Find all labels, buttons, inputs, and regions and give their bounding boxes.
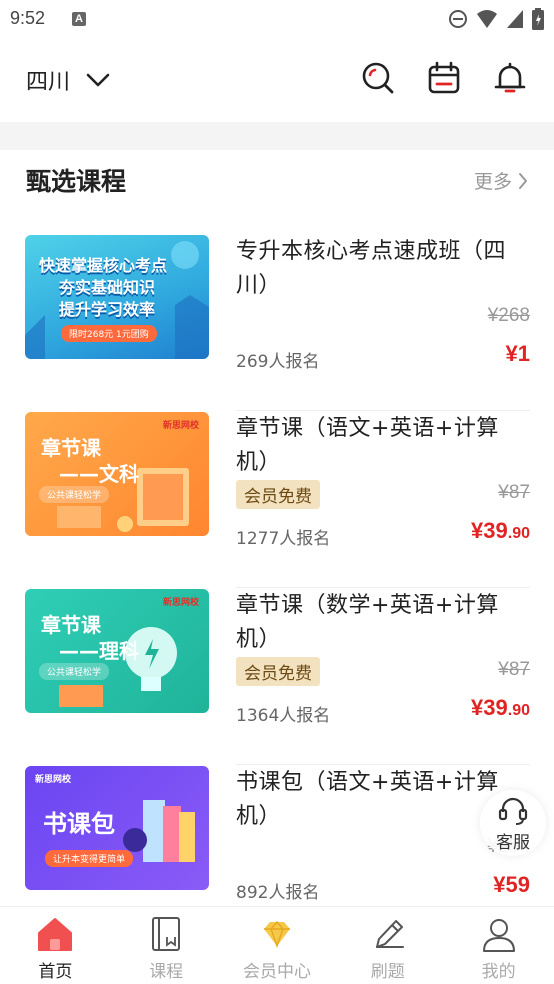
top-bar: 四川 xyxy=(0,40,554,120)
tab-label: 课程 xyxy=(149,962,184,982)
tab-courses[interactable]: 课程 xyxy=(111,907,222,984)
home-icon xyxy=(38,918,73,951)
book-icon xyxy=(152,917,181,951)
tab-label: 刷题 xyxy=(370,962,405,982)
thumb-line: 章节课 xyxy=(41,436,101,460)
original-price: ¥268 xyxy=(487,305,530,326)
course-title: 章节课（数学+英语+计算机） xyxy=(236,593,499,652)
course-title: 章节课（语文+英语+计算机） xyxy=(236,416,499,475)
original-price: ¥87 xyxy=(498,482,530,503)
row-divider xyxy=(236,410,530,411)
tab-label: 首页 xyxy=(38,962,73,982)
thumb-line: 夯实基础知识 xyxy=(59,278,156,297)
wifi-icon xyxy=(477,10,497,28)
thumb-sub: 公共课轻松学 xyxy=(39,486,110,503)
enroll-count: 1364人报名 xyxy=(236,706,331,726)
diamond-icon xyxy=(263,920,290,949)
price-main: ¥59 xyxy=(493,872,530,897)
thumb-line: ——文科 xyxy=(59,462,139,486)
customer-service-button[interactable]: 客服 xyxy=(480,790,546,856)
price-main: ¥39 xyxy=(471,518,508,543)
status-time: 9:52 xyxy=(10,8,46,28)
thumb-line: 章节课 xyxy=(41,613,101,637)
row-divider xyxy=(236,587,530,588)
headset-icon xyxy=(498,797,528,825)
customer-service-label: 客服 xyxy=(496,833,530,853)
city-selector[interactable]: 四川 xyxy=(26,64,110,96)
tab-label: 我的 xyxy=(481,962,516,982)
notification-a-icon: A xyxy=(72,12,86,26)
thumb-line: 提升学习效率 xyxy=(59,300,156,319)
more-link[interactable]: 更多 xyxy=(474,167,528,194)
tab-member-center[interactable]: 会员中心 xyxy=(222,907,333,984)
member-free-badge: 会员免费 xyxy=(236,657,320,686)
section-divider-band xyxy=(0,122,554,150)
enroll-count: 892人报名 xyxy=(236,883,320,903)
course-thumbnail: 新思网校 章节课 ——文科 公共课轻松学 xyxy=(25,412,209,536)
do-not-disturb-icon xyxy=(449,10,467,28)
bottom-tab-bar: 首页 课程 会员中心 刷题 我的 xyxy=(0,906,554,984)
bell-icon[interactable] xyxy=(492,60,528,96)
course-thumbnail: 快速掌握核心考点 夯实基础知识 提升学习效率 限时268元 1元团购 xyxy=(25,235,209,359)
section-title: 甄选课程 xyxy=(26,167,127,196)
tab-mine[interactable]: 我的 xyxy=(443,907,554,984)
enroll-count: 1277人报名 xyxy=(236,529,331,549)
thumb-line: ——理科 xyxy=(59,639,139,663)
original-price: ¥87 xyxy=(498,659,530,680)
more-label: 更多 xyxy=(473,171,512,193)
thumb-sub: 公共课轻松学 xyxy=(39,663,110,680)
course-card-2[interactable]: 新思网校 章节课 ——文科 公共课轻松学 章节课（语文+英语+计算机） 会员免费… xyxy=(0,412,554,588)
price-main: ¥39 xyxy=(471,695,508,720)
course-price: ¥39.90 xyxy=(471,695,530,721)
course-price: ¥1 xyxy=(506,341,530,367)
tab-practice[interactable]: 刷题 xyxy=(332,907,443,984)
search-icon[interactable] xyxy=(360,60,396,96)
city-label: 四川 xyxy=(26,70,71,95)
price-decimal: .90 xyxy=(507,525,530,542)
row-divider xyxy=(236,764,530,765)
tab-label: 会员中心 xyxy=(242,962,311,982)
price-main: ¥1 xyxy=(505,341,530,366)
thumb-brand: 新思网校 xyxy=(35,775,72,785)
thumb-sub: 让升本变得更简单 xyxy=(45,850,134,867)
thumb-line: 快速掌握核心考点 xyxy=(39,256,168,275)
enroll-count: 269人报名 xyxy=(236,352,320,372)
status-bar: 9:52 A xyxy=(0,0,554,38)
course-card-3[interactable]: 新思网校 章节课 ——理科 公共课轻松学 章节课（数学+英语+计算机） 会员免费… xyxy=(0,589,554,765)
course-price: ¥39.90 xyxy=(471,518,530,544)
member-free-badge: 会员免费 xyxy=(236,480,320,509)
thumb-brand: 新思网校 xyxy=(162,421,199,431)
battery-icon xyxy=(532,8,544,30)
price-decimal: .90 xyxy=(507,702,530,719)
status-icons xyxy=(448,8,544,30)
course-title: 专升本核心考点速成班（四川） xyxy=(236,239,507,298)
course-card-1[interactable]: 快速掌握核心考点 夯实基础知识 提升学习效率 限时268元 1元团购 专升本核心… xyxy=(0,235,554,411)
thumb-brand: 新思网校 xyxy=(162,598,199,608)
thumb-ribbon: 限时268元 1元团购 xyxy=(61,325,157,342)
course-thumbnail: 新思网校 书课包 让升本变得更简单 xyxy=(25,766,209,890)
calendar-icon[interactable] xyxy=(426,60,462,96)
signal-icon xyxy=(507,10,523,28)
course-price: ¥59 xyxy=(493,872,530,898)
chevron-right-icon xyxy=(519,172,527,189)
pencil-icon xyxy=(375,920,404,948)
person-icon xyxy=(482,919,515,952)
course-thumbnail: 新思网校 章节课 ——理科 公共课轻松学 xyxy=(25,589,209,713)
thumb-line: 书课包 xyxy=(43,810,115,838)
tab-home[interactable]: 首页 xyxy=(0,907,111,984)
chevron-down-icon xyxy=(86,73,110,87)
